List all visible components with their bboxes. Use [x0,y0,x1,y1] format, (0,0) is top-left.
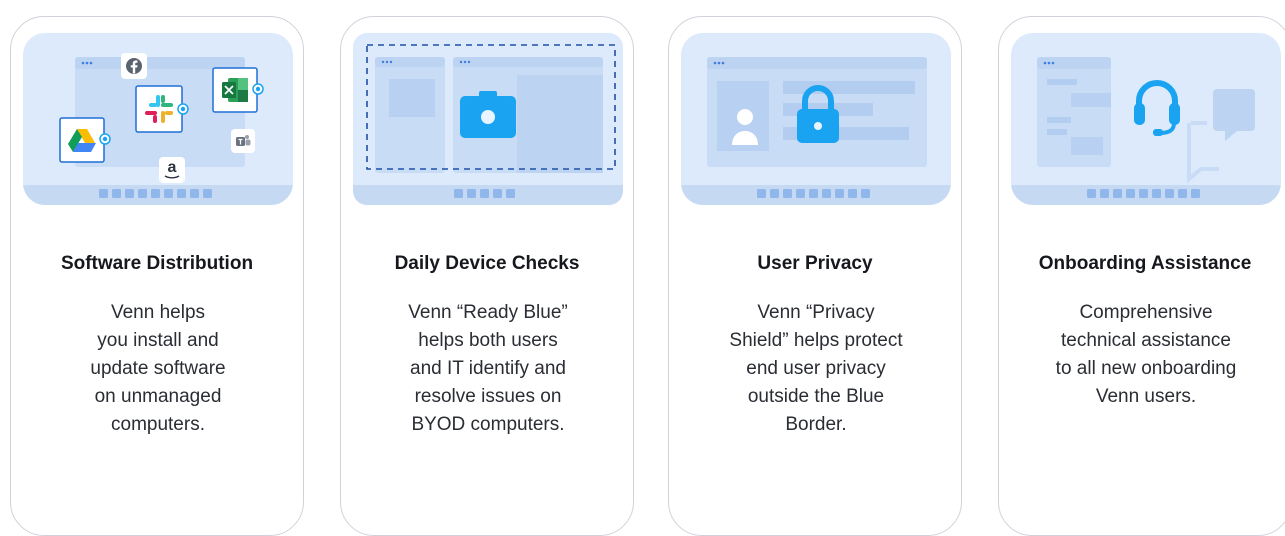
desc-line: technical assistance [1060,330,1232,351]
amazon-glyph: a [167,159,177,176]
desc-line: helps both users [418,330,558,351]
facebook-icon [121,53,147,79]
card-description: Venn “Ready Blue” helps both users and I… [341,299,635,439]
excel-icon [212,67,268,117]
desc-line: computers. [111,414,205,435]
desc-line: on unmanaged [94,386,222,407]
desc-line: update software [90,358,226,379]
user-privacy-illustration [681,33,951,205]
desc-line: outside the Blue [747,386,885,407]
desc-line: Venn “Privacy [757,302,875,323]
desc-line: and IT identify and [410,358,566,379]
slack-icon [135,85,193,137]
user-icon [731,107,759,147]
desc-line: to all new onboarding [1055,358,1237,379]
card-title: Daily Device Checks [394,253,580,274]
card-title: User Privacy [757,253,873,274]
desc-line: end user privacy [746,358,886,379]
camera-icon [459,89,517,139]
google-drive-icon [59,117,115,167]
feature-card-user-privacy: User Privacy Venn “Privacy Shield” helps… [668,16,962,536]
desc-line: resolve issues on [414,386,562,407]
feature-card-daily-device-checks: Daily Device Checks Venn “Ready Blue” he… [340,16,634,536]
desc-line: Venn “Ready Blue” [408,302,568,323]
amazon-icon: a [159,157,185,183]
card-description: Venn “Privacy Shield” helps protect end … [669,299,963,439]
headset-icon [1133,79,1181,137]
desc-line: Comprehensive [1079,302,1213,323]
desc-line: Border. [785,414,847,435]
card-title: Software Distribution [60,253,254,274]
lock-icon [795,83,841,145]
desc-line: Venn helps [110,302,206,323]
card-title: Onboarding Assistance [1038,253,1252,274]
feature-card-onboarding-assistance: Onboarding Assistance Comprehensive tech… [998,16,1285,536]
feature-card-software-distribution: a Software Distribution Venn helps you i… [10,16,304,536]
teams-icon [231,129,255,153]
software-distribution-illustration: a [23,33,293,205]
card-description: Venn helps you install and update softwa… [11,299,305,439]
card-description: Comprehensive technical assistance to al… [999,299,1285,411]
desc-line: Shield” helps protect [729,330,903,351]
desc-line: Venn users. [1095,386,1197,407]
chat-bubble-icon [1187,89,1257,183]
onboarding-illustration [1011,33,1281,205]
desc-line: BYOD computers. [411,414,565,435]
device-checks-illustration [353,33,623,205]
desc-line: you install and [97,330,219,351]
